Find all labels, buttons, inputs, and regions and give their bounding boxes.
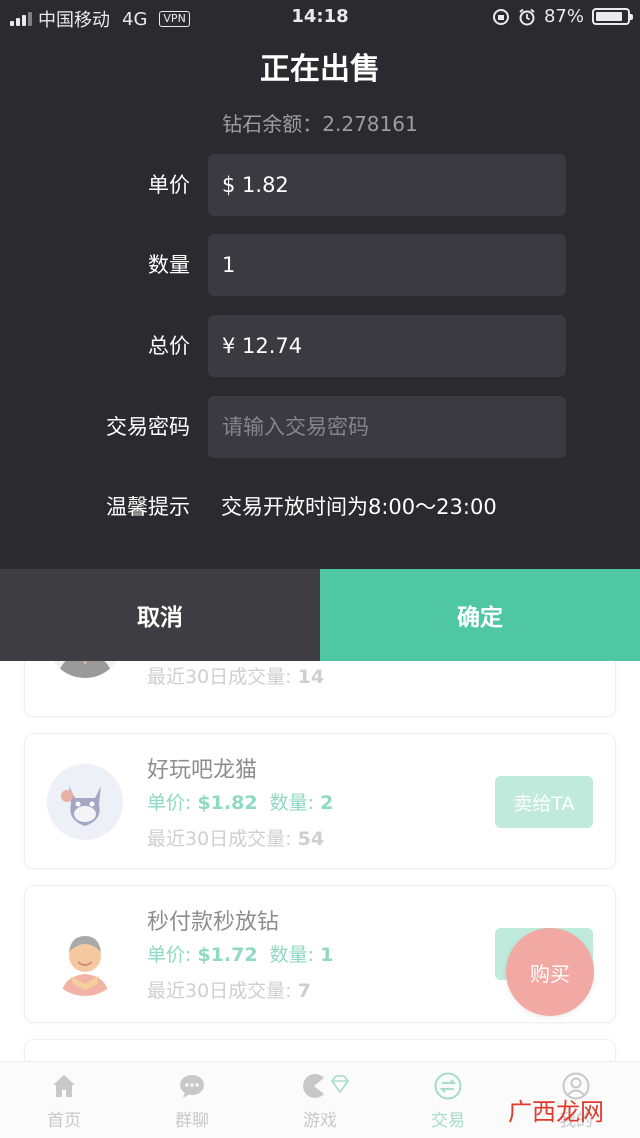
seller-name: 好玩吧龙猫 [147,758,258,783]
alarm-icon [519,8,535,25]
total-row: 总价 ¥ 12.74 [0,315,640,377]
seller-name: 秒付款秒放钻 [147,910,280,935]
list-item[interactable]: 好玩吧龙猫 单价: $1.82 数量: 2 最近30日成交量: 54 卖给TA [24,733,616,869]
tip-text: 交易开放时间为8:00～23:00 [221,495,497,519]
battery-percent: 87% [543,6,584,27]
buy-fab-button[interactable]: 购买 [506,928,594,1016]
rotation-lock-icon [492,8,509,25]
quantity-field[interactable]: 1 [208,234,566,296]
confirm-button[interactable]: 确定 [320,569,640,661]
unit-price-field[interactable]: $ 1.82 [208,154,566,216]
tab-home[interactable]: 首页 [0,1062,128,1138]
sell-to-button[interactable]: 卖给TA [495,776,593,828]
tab-label: 游戏 [303,1111,337,1131]
tab-label: 首页 [47,1111,81,1131]
tab-games[interactable]: 游戏 [256,1062,384,1138]
trade-password-input[interactable] [208,396,566,458]
tab-label: 群聊 [175,1111,209,1131]
diamond-icon [330,1075,350,1094]
volume-text: 最近30日成交量: 7 [147,980,311,1002]
password-label: 交易密码 [106,415,190,439]
diamond-balance: 钻石余额：2.278161 [222,112,418,136]
tab-group-chat[interactable]: 群聊 [128,1062,256,1138]
sell-dialog: 正在出售 钻石余额：2.278161 单价 $ 1.82 数量 1 总价 ¥ 1… [0,34,640,569]
quantity-label: 数量 [148,253,190,277]
unit-price-label: 单价 [148,173,190,197]
status-bar: 中国移动 4G VPN 14:18 87% [0,0,640,34]
price-text: 单价: $1.82 数量: 2 [147,792,334,814]
status-right: 87% [492,6,633,27]
volume-text: 最近30日成交量: 54 [147,828,325,850]
total-field: ¥ 12.74 [208,315,566,377]
tab-label: 交易 [431,1111,465,1131]
tip-label: 温馨提示 [106,495,190,519]
watermark-text: 广西龙网 [508,1098,604,1126]
avatar [47,920,123,996]
chat-icon [180,1075,204,1098]
dialog-title: 正在出售 [260,52,380,87]
tip-row: 温馨提示 交易开放时间为8:00～23:00 [0,476,640,538]
password-row: 交易密码 [0,396,640,458]
unit-price-row: 单价 $ 1.82 [0,154,640,216]
quantity-row: 数量 1 [0,234,640,296]
total-label: 总价 [148,334,190,358]
home-icon [53,1075,75,1097]
volume-text: 最近30日成交量: 14 [147,666,325,688]
exchange-icon [434,1072,462,1100]
tab-trade[interactable]: 交易 [384,1062,512,1138]
avatar [47,764,123,840]
price-text: 单价: $1.72 数量: 1 [147,944,334,966]
battery-icon [592,8,633,25]
cancel-button[interactable]: 取消 [0,569,320,661]
